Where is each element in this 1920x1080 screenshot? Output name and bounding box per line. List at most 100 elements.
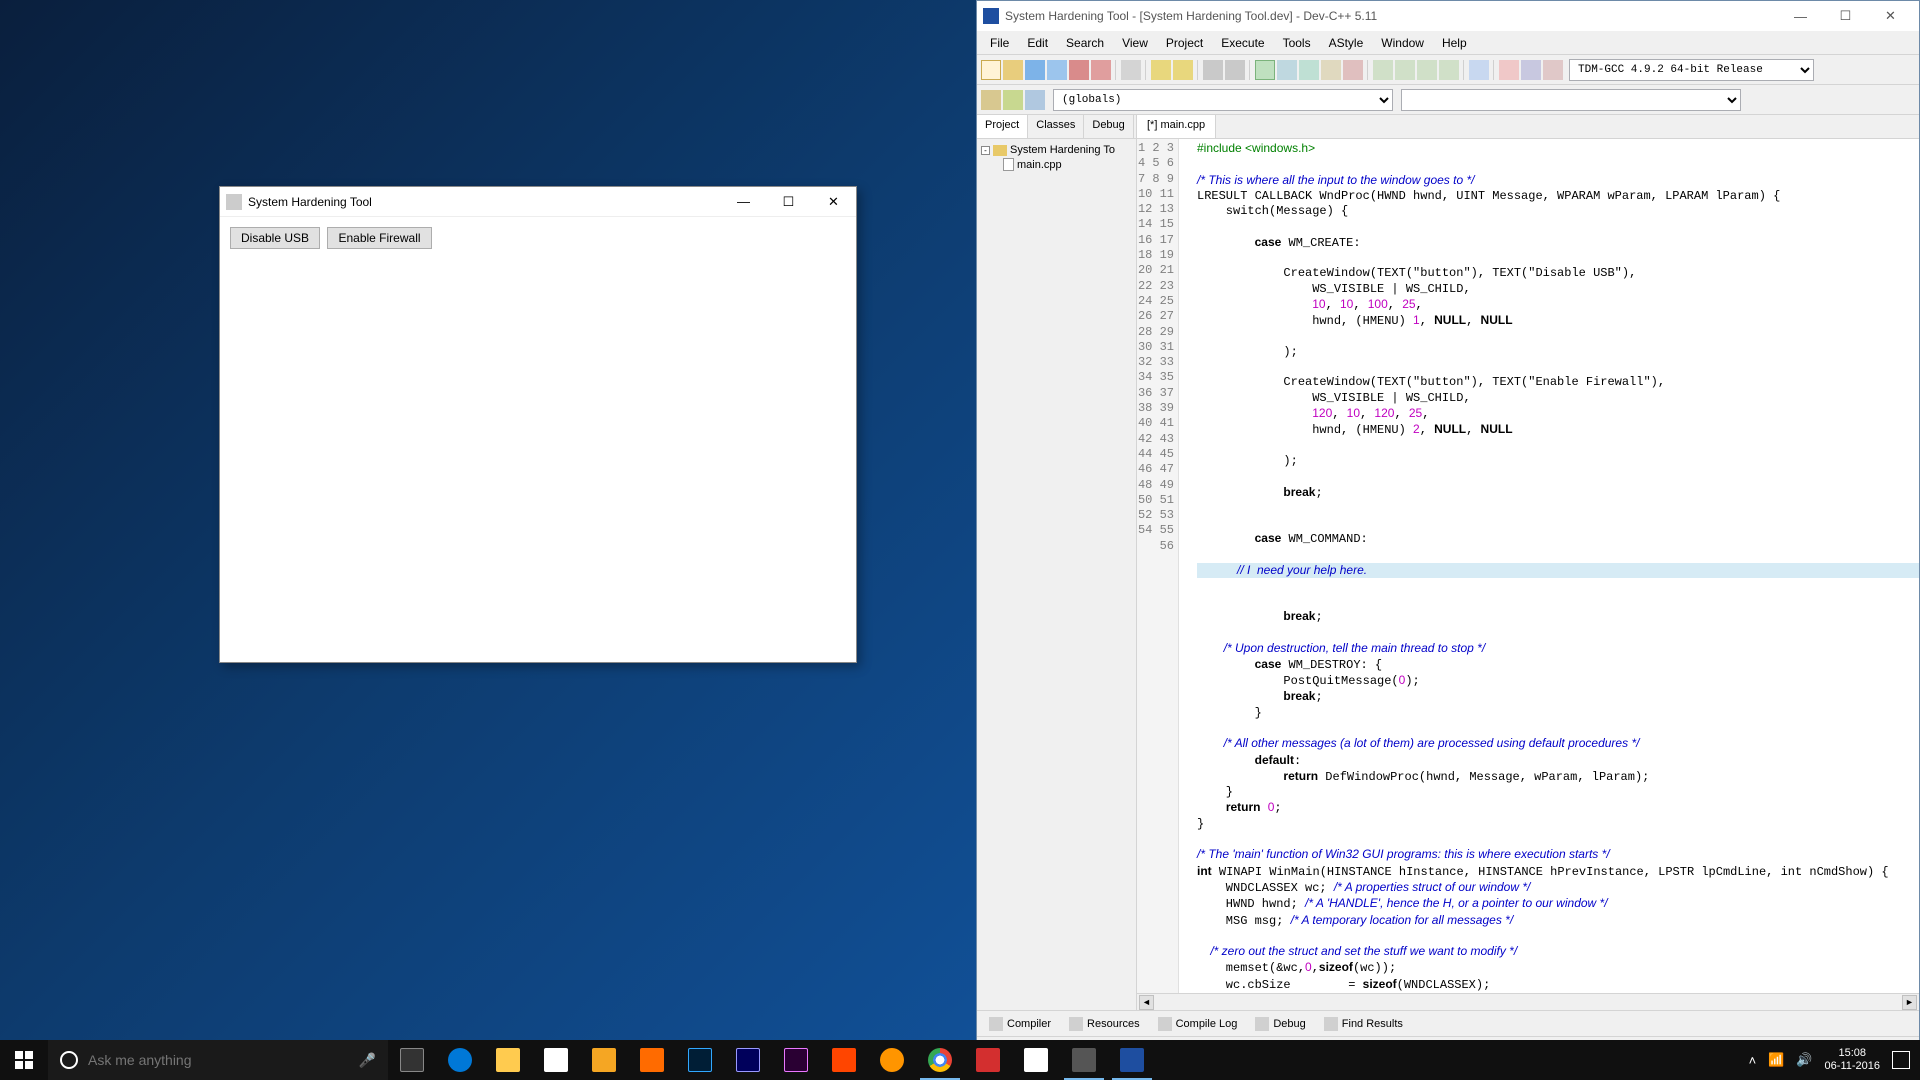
tab-compiler[interactable]: Compiler xyxy=(981,1014,1059,1034)
taskbar: 🎤 ˄ 📶 🔊 15:08 06-11-2016 xyxy=(0,1040,1920,1080)
minimize-button[interactable]: — xyxy=(721,187,766,216)
grid-icon[interactable] xyxy=(1395,60,1415,80)
search-box[interactable]: 🎤 xyxy=(48,1040,388,1080)
tree-file[interactable]: main.cpp xyxy=(981,157,1132,172)
photoshop-icon[interactable] xyxy=(676,1040,724,1080)
code-area[interactable]: 1 2 3 4 5 6 7 8 9 10 11 12 13 14 15 16 1… xyxy=(1137,139,1919,993)
save-icon[interactable] xyxy=(1025,60,1045,80)
chrome-icon[interactable] xyxy=(916,1040,964,1080)
microphone-icon[interactable]: 🎤 xyxy=(359,1052,376,1069)
debug-icon[interactable] xyxy=(1343,60,1363,80)
check-icon[interactable] xyxy=(1469,60,1489,80)
maximize-button[interactable]: ☐ xyxy=(766,187,811,216)
tray-chevron-icon[interactable]: ˄ xyxy=(1749,1053,1757,1068)
notifications-icon[interactable] xyxy=(1892,1051,1910,1069)
ide-maximize-button[interactable]: ☐ xyxy=(1823,2,1868,30)
tree-root[interactable]: - System Hardening To xyxy=(981,143,1132,157)
run-icon[interactable] xyxy=(1277,60,1297,80)
close-icon[interactable] xyxy=(1069,60,1089,80)
goto-icon[interactable] xyxy=(1025,90,1045,110)
ide-titlebar[interactable]: System Hardening Tool - [System Hardenin… xyxy=(977,1,1919,31)
ide-minimize-button[interactable]: — xyxy=(1778,2,1823,30)
tab-find-results[interactable]: Find Results xyxy=(1316,1014,1411,1034)
scroll-left-icon[interactable]: ◄ xyxy=(1139,995,1154,1010)
compile-icon[interactable] xyxy=(1255,60,1275,80)
replace-icon[interactable] xyxy=(1225,60,1245,80)
grid-icon[interactable] xyxy=(1439,60,1459,80)
store-icon[interactable] xyxy=(532,1040,580,1080)
wifi-icon[interactable]: 📶 xyxy=(1768,1052,1784,1068)
grid-icon[interactable] xyxy=(1373,60,1393,80)
new-icon[interactable] xyxy=(981,60,1001,80)
menu-help[interactable]: Help xyxy=(1433,33,1476,53)
tab-resources[interactable]: Resources xyxy=(1061,1014,1148,1034)
clock-date: 06-11-2016 xyxy=(1825,1060,1880,1073)
cortana-icon xyxy=(60,1051,78,1069)
devcpp-taskbar-icon[interactable] xyxy=(1108,1040,1156,1080)
menu-tools[interactable]: Tools xyxy=(1274,33,1320,53)
after-effects-icon[interactable] xyxy=(724,1040,772,1080)
menu-search[interactable]: Search xyxy=(1057,33,1113,53)
compiler-select[interactable]: TDM-GCC 4.9.2 64-bit Release xyxy=(1569,59,1814,81)
goto-icon[interactable] xyxy=(1003,90,1023,110)
horizontal-scrollbar[interactable]: ◄ ► xyxy=(1137,993,1919,1010)
menu-execute[interactable]: Execute xyxy=(1212,33,1273,53)
clock[interactable]: 15:08 06-11-2016 xyxy=(1825,1047,1880,1073)
app-title: System Hardening Tool xyxy=(248,195,721,209)
start-button[interactable] xyxy=(0,1040,48,1080)
edge-icon[interactable] xyxy=(436,1040,484,1080)
app-icon[interactable] xyxy=(820,1040,868,1080)
menu-project[interactable]: Project xyxy=(1157,33,1212,53)
save-all-icon[interactable] xyxy=(1047,60,1067,80)
running-app-icon[interactable] xyxy=(1060,1040,1108,1080)
menu-view[interactable]: View xyxy=(1113,33,1157,53)
app-icon[interactable] xyxy=(868,1040,916,1080)
search-input[interactable] xyxy=(88,1052,349,1068)
stop-icon[interactable] xyxy=(1543,60,1563,80)
menu-window[interactable]: Window xyxy=(1372,33,1433,53)
tab-compile-log[interactable]: Compile Log xyxy=(1150,1014,1246,1034)
close-all-icon[interactable] xyxy=(1091,60,1111,80)
scroll-right-icon[interactable]: ► xyxy=(1902,995,1917,1010)
ccleaner-icon[interactable] xyxy=(964,1040,1012,1080)
enable-firewall-button[interactable]: Enable Firewall xyxy=(327,227,431,249)
print-icon[interactable] xyxy=(1121,60,1141,80)
grid-icon[interactable] xyxy=(1417,60,1437,80)
app-titlebar[interactable]: System Hardening Tool — ☐ ✕ xyxy=(220,187,856,217)
compile-run-icon[interactable] xyxy=(1299,60,1319,80)
profile-icon[interactable] xyxy=(1521,60,1541,80)
app-icon[interactable] xyxy=(580,1040,628,1080)
tab-project[interactable]: Project xyxy=(977,115,1028,138)
ide-close-button[interactable]: ✕ xyxy=(1868,2,1913,30)
undo-icon[interactable] xyxy=(1151,60,1171,80)
volume-icon[interactable]: 🔊 xyxy=(1796,1052,1812,1068)
rebuild-icon[interactable] xyxy=(1321,60,1341,80)
ide-bottom-tabs: Compiler Resources Compile Log Debug Fin… xyxy=(977,1010,1919,1036)
task-view-button[interactable] xyxy=(388,1040,436,1080)
project-tree: - System Hardening To main.cpp xyxy=(977,139,1136,176)
premiere-icon[interactable] xyxy=(772,1040,820,1080)
disable-usb-button[interactable]: Disable USB xyxy=(230,227,320,249)
delete-icon[interactable] xyxy=(1499,60,1519,80)
menu-astyle[interactable]: AStyle xyxy=(1320,33,1373,53)
collapse-icon[interactable]: - xyxy=(981,146,990,155)
tab-debug[interactable]: Debug xyxy=(1247,1014,1313,1034)
file-tab-main[interactable]: [*] main.cpp xyxy=(1137,115,1216,138)
mail-icon[interactable] xyxy=(1012,1040,1060,1080)
open-icon[interactable] xyxy=(1003,60,1023,80)
goto-icon[interactable] xyxy=(981,90,1001,110)
find-icon[interactable] xyxy=(1203,60,1223,80)
menu-edit[interactable]: Edit xyxy=(1018,33,1057,53)
function-select[interactable] xyxy=(1401,89,1741,111)
app-icon[interactable] xyxy=(628,1040,676,1080)
redo-icon[interactable] xyxy=(1173,60,1193,80)
separator-icon xyxy=(1493,60,1495,80)
menu-file[interactable]: File xyxy=(981,33,1018,53)
file-explorer-icon[interactable] xyxy=(484,1040,532,1080)
code-text[interactable]: #include <windows.h> /* This is where al… xyxy=(1193,139,1919,993)
tab-classes[interactable]: Classes xyxy=(1028,115,1084,138)
globals-select[interactable]: (globals) xyxy=(1053,89,1393,111)
ide-toolbar-2: (globals) xyxy=(977,85,1919,115)
close-button[interactable]: ✕ xyxy=(811,187,856,216)
tab-debug[interactable]: Debug xyxy=(1084,115,1133,138)
